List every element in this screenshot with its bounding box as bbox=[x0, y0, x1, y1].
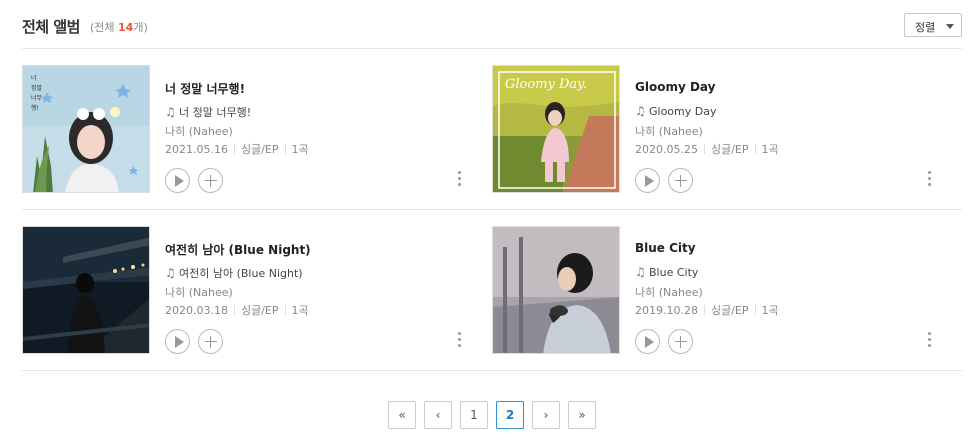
album-cover-art bbox=[23, 227, 149, 353]
svg-text:정말: 정말 bbox=[31, 84, 43, 92]
album-cover[interactable] bbox=[492, 226, 620, 354]
album-item: 너 정말 너무 행! 너 정말 너무행! ♫ 너 정말 너무행! 나히 (Nahe… bbox=[22, 65, 472, 193]
track-count: 1곡 bbox=[291, 143, 309, 156]
divider bbox=[233, 144, 235, 154]
play-button[interactable] bbox=[165, 329, 190, 354]
add-button[interactable] bbox=[668, 168, 693, 193]
album-cover-art bbox=[493, 227, 619, 353]
page-button[interactable]: 1 bbox=[460, 401, 488, 429]
music-note-icon: ♫ bbox=[165, 105, 176, 119]
track-count: 1곡 bbox=[761, 143, 779, 156]
track-title[interactable]: 너 정말 너무행! bbox=[179, 106, 251, 119]
album-cover-art: Gloomy Day. bbox=[493, 66, 619, 192]
first-page-button[interactable]: « bbox=[388, 401, 416, 429]
album-type: 싱글/EP bbox=[710, 304, 749, 317]
album-count: (전체 14개) bbox=[90, 21, 148, 34]
svg-text:행!: 행! bbox=[31, 104, 39, 112]
sort-label: 정렬 bbox=[915, 21, 936, 34]
more-vertical-icon[interactable] bbox=[928, 171, 932, 187]
album-meta: 2021.05.16 싱글/EP 1곡 bbox=[165, 141, 309, 157]
music-note-icon: ♫ bbox=[635, 265, 646, 279]
sort-dropdown[interactable]: 정렬 bbox=[904, 13, 962, 37]
divider bbox=[703, 144, 705, 154]
album-item: 여전히 남아 (Blue Night) ♫ 여전히 남아 (Blue Night)… bbox=[22, 226, 472, 354]
album-cover-art: 너 정말 너무 행! bbox=[23, 66, 149, 192]
artist-name[interactable]: 나히 (Nahee) bbox=[165, 284, 233, 300]
album-list-header: 전체 앨범 (전체 14개) 정렬 bbox=[22, 0, 962, 49]
album-type: 싱글/EP bbox=[240, 304, 279, 317]
album-type: 싱글/EP bbox=[240, 143, 279, 156]
add-button[interactable] bbox=[198, 168, 223, 193]
divider bbox=[754, 305, 756, 315]
play-button[interactable] bbox=[635, 168, 660, 193]
track-line: ♫ Gloomy Day bbox=[635, 104, 716, 118]
release-date: 2020.05.25 bbox=[635, 143, 698, 156]
track-title[interactable]: 여전히 남아 (Blue Night) bbox=[179, 267, 303, 280]
track-count: 1곡 bbox=[761, 304, 779, 317]
track-line: ♫ 너 정말 너무행! bbox=[165, 104, 251, 120]
track-count: 1곡 bbox=[291, 304, 309, 317]
prev-page-button[interactable]: ‹ bbox=[424, 401, 452, 429]
last-page-button[interactable]: » bbox=[568, 401, 596, 429]
artist-name[interactable]: 나히 (Nahee) bbox=[635, 123, 703, 139]
caret-down-icon bbox=[946, 24, 954, 29]
divider bbox=[284, 144, 286, 154]
music-note-icon: ♫ bbox=[635, 104, 646, 118]
add-button[interactable] bbox=[668, 329, 693, 354]
add-button[interactable] bbox=[198, 329, 223, 354]
svg-text:너: 너 bbox=[31, 74, 37, 82]
play-button[interactable] bbox=[635, 329, 660, 354]
album-meta: 2020.03.18 싱글/EP 1곡 bbox=[165, 302, 309, 318]
album-title[interactable]: Gloomy Day bbox=[635, 80, 715, 94]
album-grid: 너 정말 너무 행! 너 정말 너무행! ♫ 너 정말 너무행! 나히 (Nahe… bbox=[22, 49, 962, 371]
album-count-value: 14 bbox=[118, 21, 134, 34]
more-vertical-icon[interactable] bbox=[458, 332, 462, 348]
divider bbox=[703, 305, 705, 315]
album-type: 싱글/EP bbox=[710, 143, 749, 156]
album-title[interactable]: 너 정말 너무행! bbox=[165, 80, 245, 97]
album-row: 너 정말 너무 행! 너 정말 너무행! ♫ 너 정말 너무행! 나히 (Nahe… bbox=[22, 49, 962, 210]
album-cover[interactable]: Gloomy Day. bbox=[492, 65, 620, 193]
track-line: ♫ Blue City bbox=[635, 265, 698, 279]
album-meta: 2019.10.28 싱글/EP 1곡 bbox=[635, 302, 779, 318]
album-row: 여전히 남아 (Blue Night) ♫ 여전히 남아 (Blue Night)… bbox=[22, 210, 962, 371]
divider bbox=[233, 305, 235, 315]
release-date: 2020.03.18 bbox=[165, 304, 228, 317]
next-page-button[interactable]: › bbox=[532, 401, 560, 429]
divider bbox=[754, 144, 756, 154]
divider bbox=[284, 305, 286, 315]
album-item: Blue City ♫ Blue City 나히 (Nahee) 2019.10.… bbox=[492, 226, 942, 354]
track-line: ♫ 여전히 남아 (Blue Night) bbox=[165, 265, 303, 281]
release-date: 2021.05.16 bbox=[165, 143, 228, 156]
album-cover[interactable]: 너 정말 너무 행! bbox=[22, 65, 150, 193]
album-cover[interactable] bbox=[22, 226, 150, 354]
page-title: 전체 앨범 bbox=[22, 18, 80, 36]
track-title[interactable]: Blue City bbox=[649, 266, 698, 279]
release-date: 2019.10.28 bbox=[635, 304, 698, 317]
album-item: Gloomy Day. Gloomy Day ♫ Gloomy Day 나히 (N… bbox=[492, 65, 942, 193]
track-title[interactable]: Gloomy Day bbox=[649, 105, 716, 118]
play-button[interactable] bbox=[165, 168, 190, 193]
artist-name[interactable]: 나히 (Nahee) bbox=[635, 284, 703, 300]
album-title[interactable]: Blue City bbox=[635, 241, 696, 255]
album-meta: 2020.05.25 싱글/EP 1곡 bbox=[635, 141, 779, 157]
cover-title: Gloomy Day. bbox=[505, 77, 587, 92]
current-page-button[interactable]: 2 bbox=[496, 401, 524, 429]
music-note-icon: ♫ bbox=[165, 266, 176, 280]
more-vertical-icon[interactable] bbox=[458, 171, 462, 187]
album-title[interactable]: 여전히 남아 (Blue Night) bbox=[165, 241, 311, 258]
artist-name[interactable]: 나히 (Nahee) bbox=[165, 123, 233, 139]
svg-text:너무: 너무 bbox=[31, 94, 43, 102]
more-vertical-icon[interactable] bbox=[928, 332, 932, 348]
